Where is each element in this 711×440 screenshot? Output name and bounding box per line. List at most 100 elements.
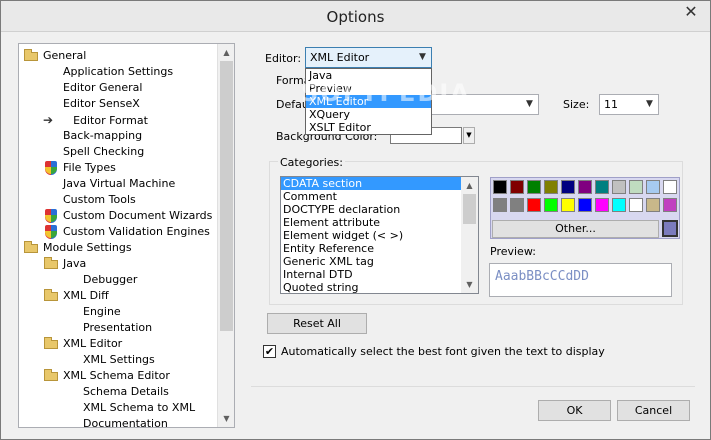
tree-item-label: Editor General xyxy=(63,81,143,94)
size-select[interactable]: 11 ▼ xyxy=(599,94,659,115)
color-swatch[interactable] xyxy=(629,180,643,194)
tree-item[interactable]: XML Settings xyxy=(83,352,155,368)
category-item[interactable]: DOCTYPE declaration xyxy=(281,203,461,216)
scroll-up-icon[interactable]: ▲ xyxy=(461,177,478,194)
tree-item[interactable]: Application Settings xyxy=(63,64,173,80)
color-swatch[interactable] xyxy=(544,180,558,194)
color-swatch[interactable] xyxy=(527,198,541,212)
watermark: SOFTPEDIA xyxy=(301,79,471,107)
tree-item[interactable]: General xyxy=(23,48,86,64)
color-swatch[interactable] xyxy=(578,198,592,212)
tree-item-label: XML Schema to XML xyxy=(83,401,196,414)
color-swatch[interactable] xyxy=(595,198,609,212)
tree-item[interactable]: Module Settings xyxy=(23,240,132,256)
color-swatch[interactable] xyxy=(510,198,524,212)
ok-button[interactable]: OK xyxy=(538,400,611,421)
color-swatch[interactable] xyxy=(510,180,524,194)
tree-item[interactable]: Back-mapping xyxy=(63,128,142,144)
cancel-button[interactable]: Cancel xyxy=(617,400,690,421)
shield-icon xyxy=(43,208,59,223)
color-swatch[interactable] xyxy=(578,180,592,194)
category-item[interactable]: Quoted string xyxy=(281,281,461,293)
font-preview: AaabBBcCCdDD xyxy=(489,263,672,297)
tree-item[interactable]: XML Editor xyxy=(43,336,122,352)
tree-item-label: Back-mapping xyxy=(63,129,143,142)
tree-item-label: XML Editor xyxy=(63,337,123,350)
editor-option[interactable]: XQuery xyxy=(306,108,431,121)
tree-scrollbar[interactable]: ▲ ▼ xyxy=(217,44,234,427)
options-tree: ▲ ▼ General Application Settings Editor Ge… xyxy=(18,43,235,428)
window-title: Options xyxy=(326,8,385,26)
tree-item-label: XML Diff xyxy=(63,289,109,302)
color-swatch[interactable] xyxy=(612,180,626,194)
auto-font-checkbox[interactable]: ✔ xyxy=(263,345,276,358)
tree-item[interactable]: Debugger xyxy=(83,272,137,288)
scroll-up-icon[interactable]: ▲ xyxy=(218,44,234,61)
tree-item[interactable]: Java Virtual Machine xyxy=(63,176,175,192)
tree-item[interactable]: Presentation xyxy=(83,320,152,336)
tree-item-label: File Types xyxy=(63,161,116,174)
color-swatch[interactable] xyxy=(527,180,541,194)
chevron-down-icon[interactable]: ▼ xyxy=(463,127,475,144)
color-swatch[interactable] xyxy=(493,198,507,212)
tree-item[interactable]: Custom Tools xyxy=(63,192,136,208)
tree-item-label: Java xyxy=(63,257,87,270)
tree-item[interactable]: Schema Details xyxy=(83,384,169,400)
tree-item[interactable]: Java xyxy=(43,256,86,272)
color-swatch[interactable] xyxy=(663,180,677,194)
other-color-button[interactable]: Other... xyxy=(492,220,659,238)
reset-all-button[interactable]: Reset All xyxy=(267,313,367,334)
close-icon[interactable]: ✕ xyxy=(676,1,706,23)
tree-item[interactable]: Editor SenseX xyxy=(63,96,140,112)
color-swatch[interactable] xyxy=(544,198,558,212)
preview-label: Preview: xyxy=(490,245,536,258)
tree-item[interactable]: XML Schema to XML xyxy=(83,400,195,416)
folder-icon xyxy=(43,256,59,270)
scroll-down-icon[interactable]: ▼ xyxy=(218,410,234,427)
tree-item[interactable]: Spell Checking xyxy=(63,144,144,160)
tree-item-label: Documentation xyxy=(83,417,168,428)
tree-item[interactable]: XML Schema Editor xyxy=(43,368,170,384)
tree-item[interactable]: ➔ Editor Format xyxy=(43,112,148,128)
tree-item[interactable]: File Types xyxy=(43,160,116,176)
chevron-down-icon: ▼ xyxy=(526,99,533,109)
editor-label: Editor: xyxy=(265,52,302,65)
scroll-down-icon[interactable]: ▼ xyxy=(461,276,478,293)
color-swatch[interactable] xyxy=(646,180,660,194)
categories-label: Categories: xyxy=(278,156,345,169)
editor-select[interactable]: XML Editor ▼ xyxy=(305,47,432,68)
tree-item-label: Custom Tools xyxy=(63,193,136,206)
scroll-thumb[interactable] xyxy=(463,194,476,224)
tree-item[interactable]: Documentation xyxy=(83,416,168,428)
category-item[interactable]: Comment xyxy=(281,190,461,203)
category-item[interactable]: Element attribute xyxy=(281,216,461,229)
tree-item-label: Editor SenseX xyxy=(63,97,140,110)
category-item[interactable]: Entity Reference xyxy=(281,242,461,255)
scroll-thumb[interactable] xyxy=(220,61,233,331)
category-item[interactable]: Element widget (< >) xyxy=(281,229,461,242)
tree-item[interactable]: XML Diff xyxy=(43,288,109,304)
color-swatch[interactable] xyxy=(646,198,660,212)
size-label: Size: xyxy=(563,98,590,111)
tree-item[interactable]: Custom Document Wizards xyxy=(43,208,212,224)
tree-item-label: Custom Validation Engines xyxy=(63,225,210,238)
color-swatch[interactable] xyxy=(663,198,677,212)
color-swatch[interactable] xyxy=(595,180,609,194)
tree-item[interactable]: Engine xyxy=(83,304,121,320)
tree-item[interactable]: Custom Validation Engines xyxy=(43,224,210,240)
category-item[interactable]: Generic XML tag xyxy=(281,255,461,268)
divider xyxy=(251,386,695,387)
color-swatch[interactable] xyxy=(493,180,507,194)
editor-option[interactable]: XSLT Editor xyxy=(306,121,431,134)
tree-item-label: Debugger xyxy=(83,273,138,286)
shield-icon xyxy=(43,160,59,175)
color-swatch[interactable] xyxy=(612,198,626,212)
chevron-down-icon: ▼ xyxy=(419,52,426,62)
color-swatch[interactable] xyxy=(561,198,575,212)
tree-item[interactable]: Editor General xyxy=(63,80,142,96)
color-swatch[interactable] xyxy=(561,180,575,194)
category-item[interactable]: CDATA section xyxy=(281,177,461,190)
color-swatch[interactable] xyxy=(629,198,643,212)
category-item[interactable]: Internal DTD xyxy=(281,268,461,281)
categories-scrollbar[interactable]: ▲ ▼ xyxy=(461,177,478,293)
